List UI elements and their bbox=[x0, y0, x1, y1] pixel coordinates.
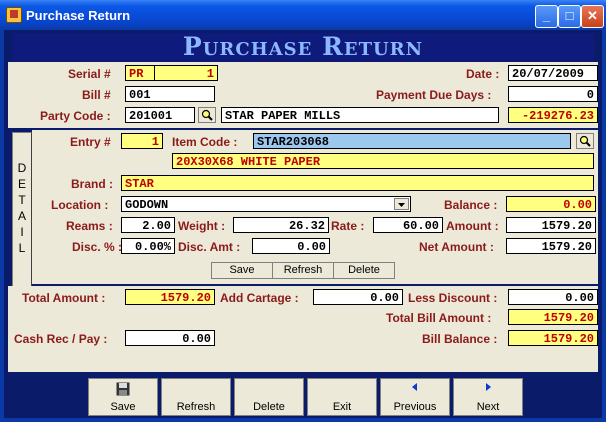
rate-field[interactable]: 60.00 bbox=[373, 217, 443, 233]
rate-label: Rate : bbox=[331, 219, 365, 233]
title-bar: Purchase Return _ □ ✕ bbox=[0, 0, 606, 30]
party-code-label: Party Code : bbox=[40, 109, 111, 123]
close-button[interactable]: ✕ bbox=[581, 5, 604, 28]
date-field[interactable]: 20/07/2009 bbox=[508, 65, 598, 81]
total-amount-field: 1579.20 bbox=[125, 289, 215, 305]
delete-button[interactable]: Delete bbox=[234, 378, 304, 416]
balance-label: Balance : bbox=[444, 198, 498, 212]
detail-letter: T bbox=[18, 193, 26, 207]
maximize-button[interactable]: □ bbox=[558, 5, 581, 28]
disc-pct-label: Disc. % : bbox=[72, 240, 123, 254]
app-icon bbox=[6, 7, 22, 23]
less-discount-field[interactable]: 0.00 bbox=[508, 289, 598, 305]
detail-delete-button[interactable]: Delete bbox=[333, 262, 395, 279]
close-icon: ✕ bbox=[587, 8, 598, 23]
net-amount-label: Net Amount : bbox=[419, 240, 494, 254]
total-bill-amount-field: 1579.20 bbox=[508, 309, 598, 325]
brand-label: Brand : bbox=[71, 177, 113, 191]
item-code-label: Item Code : bbox=[172, 135, 238, 149]
detail-letter: L bbox=[18, 241, 26, 255]
detail-letter: E bbox=[17, 177, 26, 191]
total-bill-amount-label: Total Bill Amount : bbox=[386, 311, 492, 325]
detail-letter: A bbox=[17, 209, 26, 223]
reams-field[interactable]: 2.00 bbox=[121, 217, 175, 233]
bill-balance-label: Bill Balance : bbox=[422, 332, 498, 346]
previous-button[interactable]: Previous bbox=[380, 378, 450, 416]
party-code-field[interactable]: 201001 bbox=[125, 107, 195, 123]
bill-field[interactable]: 001 bbox=[125, 86, 215, 102]
bill-label: Bill # bbox=[82, 88, 111, 102]
detail-letter: D bbox=[17, 161, 27, 175]
item-code-field[interactable]: STAR203068 bbox=[253, 133, 571, 149]
weight-field[interactable]: 26.32 bbox=[233, 217, 329, 233]
party-search-button[interactable] bbox=[198, 107, 216, 123]
purchase-return-window: Purchase Return _ □ ✕ Purchase Return Se… bbox=[0, 0, 606, 422]
payment-due-days-field[interactable]: 0 bbox=[508, 86, 598, 102]
minimize-icon: _ bbox=[542, 8, 551, 23]
exit-button-label: Exit bbox=[332, 401, 352, 413]
search-icon bbox=[579, 135, 591, 147]
minimize-button[interactable]: _ bbox=[535, 5, 558, 28]
date-label: Date : bbox=[466, 67, 500, 81]
location-select[interactable]: GODOWN bbox=[121, 196, 411, 212]
next-button[interactable]: Next bbox=[453, 378, 523, 416]
cash-rec-pay-field[interactable]: 0.00 bbox=[125, 330, 215, 346]
weight-label: Weight : bbox=[178, 219, 226, 233]
disc-pct-field[interactable]: 0.00% bbox=[121, 238, 175, 254]
bill-balance-field: 1579.20 bbox=[508, 330, 598, 346]
floppy-disk-icon bbox=[116, 382, 130, 396]
brand-field[interactable]: STAR bbox=[121, 175, 594, 191]
entry-number-field[interactable]: 1 bbox=[121, 133, 163, 149]
item-search-button[interactable] bbox=[576, 133, 594, 149]
cash-rec-pay-label: Cash Rec / Pay : bbox=[14, 332, 108, 346]
disc-amt-field[interactable]: 0.00 bbox=[252, 238, 330, 254]
less-discount-label: Less Discount : bbox=[408, 291, 498, 305]
maximize-icon: □ bbox=[565, 8, 574, 23]
exit-button[interactable]: Exit bbox=[307, 378, 377, 416]
amount-field: 1579.20 bbox=[506, 217, 596, 233]
total-amount-label: Total Amount : bbox=[22, 291, 106, 305]
refresh-button-label: Refresh bbox=[176, 401, 216, 413]
entry-label: Entry # bbox=[70, 135, 111, 149]
triangle-left-icon bbox=[412, 383, 417, 391]
bottom-toolbar: Save Refresh Delete Exit Previous Next bbox=[4, 375, 602, 418]
triangle-right-icon bbox=[486, 383, 491, 391]
detail-letter: I bbox=[20, 225, 24, 239]
detail-tab[interactable]: D E T A I L bbox=[12, 132, 32, 290]
dropdown-arrow-icon[interactable] bbox=[394, 198, 409, 210]
totals-panel: Total Amount : 1579.20 Add Cartage : 0.0… bbox=[8, 286, 598, 372]
window-title: Purchase Return bbox=[26, 8, 131, 23]
serial-label: Serial # bbox=[68, 67, 111, 81]
net-amount-field: 1579.20 bbox=[506, 238, 596, 254]
party-name-field[interactable]: STAR PAPER MILLS bbox=[221, 107, 499, 123]
detail-refresh-button[interactable]: Refresh bbox=[272, 262, 334, 279]
location-label: Location : bbox=[51, 198, 109, 212]
next-button-label: Next bbox=[476, 401, 500, 413]
amount-label: Amount : bbox=[446, 219, 499, 233]
save-button-label: Save bbox=[110, 401, 136, 413]
search-icon bbox=[201, 109, 213, 121]
disc-amt-label: Disc. Amt : bbox=[178, 240, 241, 254]
serial-number-field[interactable]: 1 bbox=[154, 65, 218, 81]
location-value: GODOWN bbox=[125, 198, 169, 212]
payment-due-days-label: Payment Due Days : bbox=[376, 88, 492, 102]
previous-button-label: Previous bbox=[393, 401, 437, 413]
save-button[interactable]: Save bbox=[88, 378, 158, 416]
detail-panel: Entry # 1 Item Code : STAR203068 20X30X6… bbox=[32, 130, 598, 284]
add-cartage-field[interactable]: 0.00 bbox=[313, 289, 403, 305]
add-cartage-label: Add Cartage : bbox=[220, 291, 299, 305]
client-area: Purchase Return Serial # PR 1 Date : 20/… bbox=[4, 30, 602, 418]
form-banner: Purchase Return bbox=[12, 33, 594, 61]
refresh-button[interactable]: Refresh bbox=[161, 378, 231, 416]
party-balance-field: -219276.23 bbox=[508, 107, 598, 123]
delete-button-label: Delete bbox=[253, 401, 285, 413]
balance-field: 0.00 bbox=[506, 196, 596, 212]
item-description-field: 20X30X68 WHITE PAPER bbox=[172, 153, 594, 169]
detail-save-button[interactable]: Save bbox=[211, 262, 273, 279]
serial-prefix-field[interactable]: PR bbox=[125, 65, 155, 81]
header-panel: Serial # PR 1 Date : 20/07/2009 Bill # 0… bbox=[8, 62, 598, 128]
reams-label: Reams : bbox=[66, 219, 113, 233]
